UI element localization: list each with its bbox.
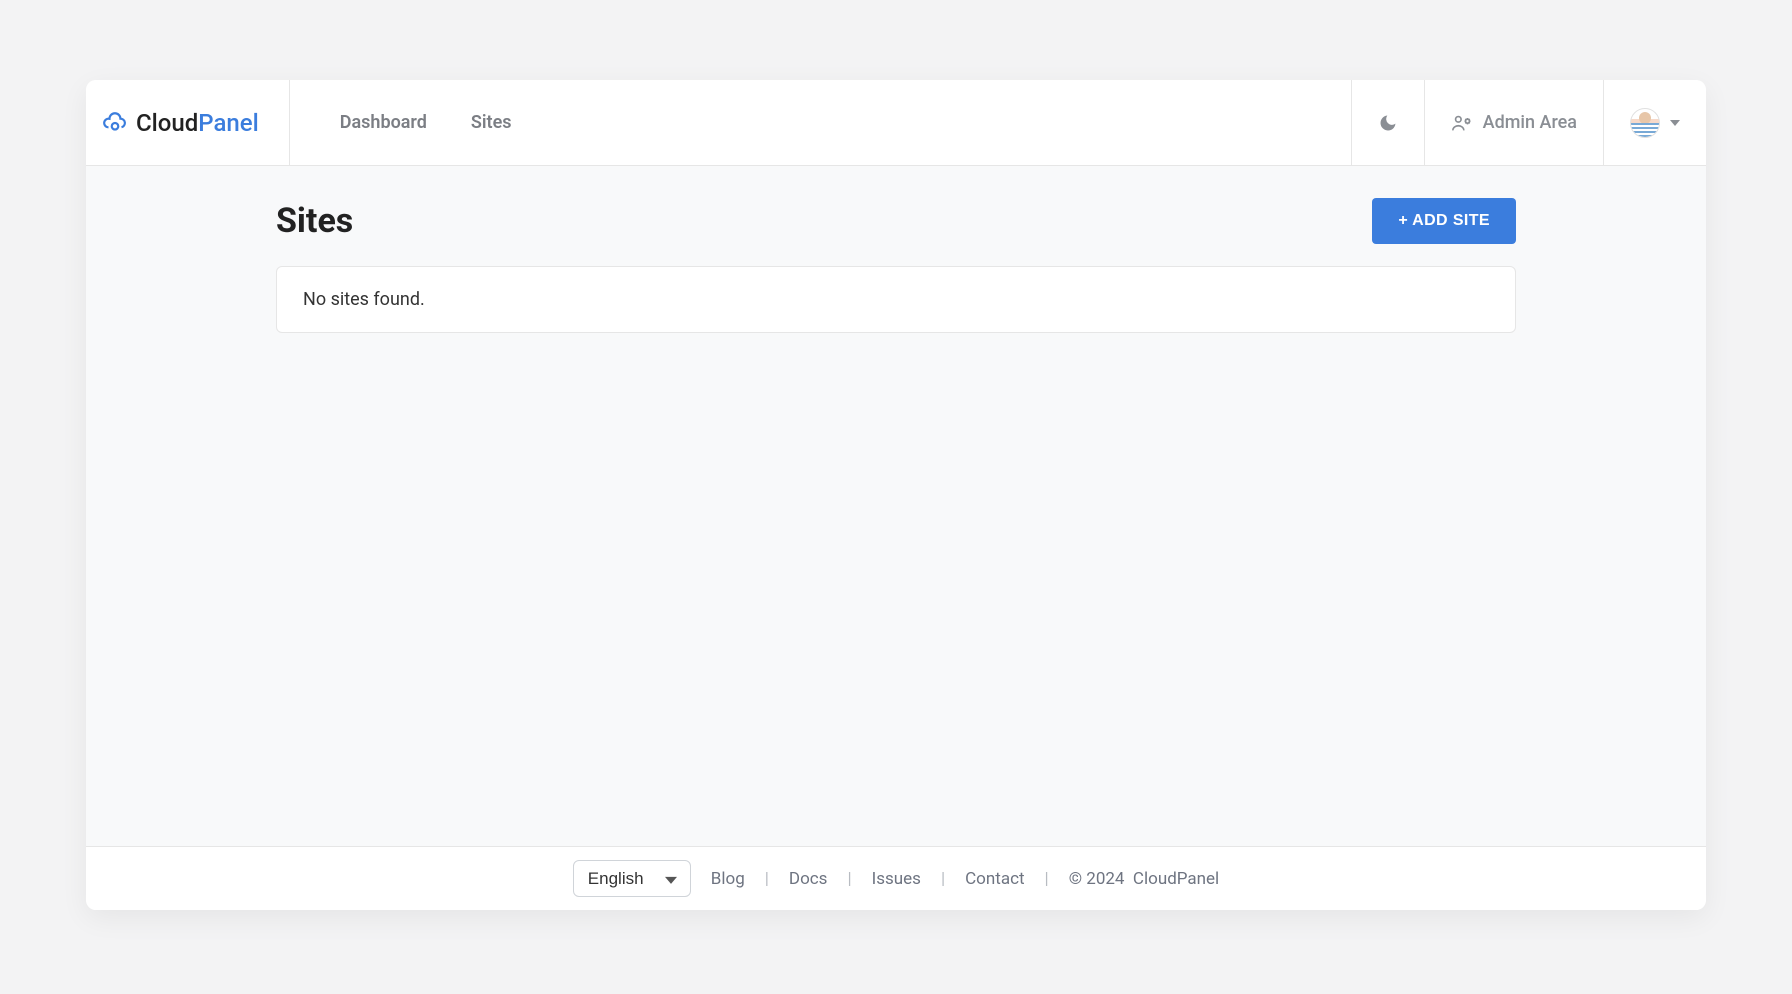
page-header: Sites + ADD SITE bbox=[276, 192, 1516, 244]
chevron-down-icon bbox=[1670, 120, 1680, 126]
cloud-icon bbox=[102, 110, 128, 136]
brand-text: CloudPanel bbox=[136, 109, 259, 137]
avatar bbox=[1630, 108, 1660, 138]
copyright: © 2024 CloudPanel bbox=[1069, 869, 1220, 889]
header-right: Admin Area bbox=[1351, 80, 1706, 165]
page-title: Sites bbox=[276, 201, 353, 241]
brand-text-part1: Cloud bbox=[136, 109, 198, 137]
add-site-button[interactable]: + ADD SITE bbox=[1372, 198, 1516, 244]
user-menu[interactable] bbox=[1603, 80, 1706, 165]
main-nav: Dashboard Sites bbox=[290, 80, 1351, 165]
language-select[interactable]: English bbox=[573, 860, 691, 897]
separator: | bbox=[941, 869, 945, 889]
brand-logo[interactable]: CloudPanel bbox=[86, 80, 290, 165]
admin-area-link[interactable]: Admin Area bbox=[1424, 80, 1603, 165]
nav-dashboard[interactable]: Dashboard bbox=[340, 112, 427, 133]
theme-toggle[interactable] bbox=[1351, 80, 1424, 165]
content-area: Sites + ADD SITE No sites found. bbox=[86, 166, 1706, 846]
sites-card: No sites found. bbox=[276, 266, 1516, 333]
brand-text-part2: Panel bbox=[198, 109, 258, 137]
footer: English Blog | Docs | Issues | Contact |… bbox=[86, 846, 1706, 910]
header: CloudPanel Dashboard Sites Admin Area bbox=[86, 80, 1706, 166]
app-shell: CloudPanel Dashboard Sites Admin Area bbox=[86, 80, 1706, 910]
add-site-label: ADD SITE bbox=[1412, 212, 1490, 230]
separator: | bbox=[1045, 869, 1049, 889]
footer-link-docs[interactable]: Docs bbox=[789, 869, 828, 889]
footer-link-issues[interactable]: Issues bbox=[872, 869, 921, 889]
separator: | bbox=[847, 869, 851, 889]
admin-area-label: Admin Area bbox=[1483, 112, 1577, 133]
nav-sites[interactable]: Sites bbox=[471, 112, 512, 133]
copyright-brand: CloudPanel bbox=[1133, 869, 1219, 889]
footer-link-contact[interactable]: Contact bbox=[965, 869, 1024, 889]
copyright-year: © 2024 bbox=[1069, 869, 1125, 889]
moon-icon bbox=[1378, 113, 1398, 133]
empty-state-text: No sites found. bbox=[303, 289, 1489, 310]
footer-link-blog[interactable]: Blog bbox=[711, 869, 745, 889]
language-select-wrap: English bbox=[573, 860, 691, 897]
users-gear-icon bbox=[1451, 112, 1473, 134]
separator: | bbox=[765, 869, 769, 889]
plus-icon: + bbox=[1398, 212, 1408, 230]
